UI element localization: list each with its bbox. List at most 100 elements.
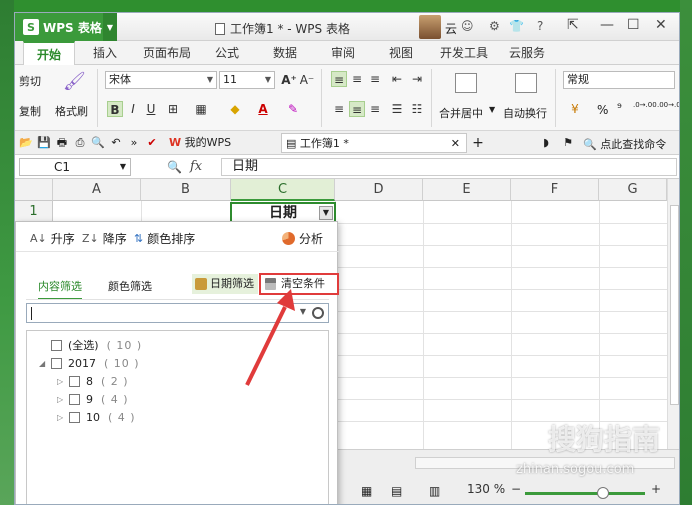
- tab-insert[interactable]: 插入: [83, 41, 127, 65]
- list-item[interactable]: (全选) ( 10 ): [39, 337, 142, 353]
- tab-formulas[interactable]: 公式: [207, 41, 247, 65]
- tab-page-layout[interactable]: 页面布局: [135, 41, 199, 65]
- select-all-corner[interactable]: [15, 179, 53, 201]
- analyze-button[interactable]: 分析: [282, 230, 323, 247]
- tree-toggle-icon[interactable]: ▷: [57, 377, 67, 386]
- underline-icon[interactable]: U: [143, 101, 159, 117]
- align-center-icon[interactable]: ≡: [349, 101, 365, 117]
- align-right-icon[interactable]: ≡: [367, 101, 383, 117]
- column-header-c[interactable]: C: [231, 179, 335, 201]
- column-header-a[interactable]: A: [53, 179, 141, 201]
- column-header-f[interactable]: F: [511, 179, 599, 201]
- tab-developer[interactable]: 开发工具: [433, 41, 495, 65]
- decrease-decimal-button[interactable]: .00→.0: [657, 101, 679, 109]
- indent-decrease-icon[interactable]: ⇤: [389, 71, 405, 87]
- chevron-down-icon[interactable]: ▼: [103, 13, 117, 41]
- zoom-slider[interactable]: [525, 487, 645, 499]
- fill-pattern-icon[interactable]: ▦: [193, 101, 209, 117]
- tab-home[interactable]: 开始: [23, 41, 75, 66]
- column-header-e[interactable]: E: [423, 179, 511, 201]
- comma-button[interactable]: ⁹: [617, 101, 622, 115]
- align-left-icon[interactable]: ≡: [331, 101, 347, 117]
- restore-up-icon[interactable]: ⇱: [567, 17, 579, 33]
- row-header-1[interactable]: 1: [15, 201, 53, 223]
- tab-color-filter[interactable]: 颜色筛选: [108, 278, 152, 294]
- redo-icon[interactable]: »: [127, 136, 141, 150]
- number-format-select[interactable]: 常规: [563, 71, 675, 89]
- app-menu-button[interactable]: S WPS 表格 ▼: [15, 13, 117, 41]
- search-icon[interactable]: [312, 307, 324, 319]
- avatar[interactable]: [419, 15, 441, 39]
- sort-ascending-button[interactable]: A↓ 升序: [30, 230, 75, 247]
- checkbox[interactable]: [69, 394, 80, 405]
- list-item[interactable]: ▷ 10 ( 4 ): [57, 411, 136, 424]
- zoom-slider-knob[interactable]: [597, 487, 609, 499]
- column-header-g[interactable]: G: [599, 179, 667, 201]
- pin-icon[interactable]: ✔: [145, 136, 159, 150]
- tab-cloud[interactable]: 云服务: [501, 41, 553, 65]
- align-middle-icon[interactable]: ≡: [349, 71, 365, 87]
- justify-icon[interactable]: ☰: [389, 101, 405, 117]
- italic-icon[interactable]: I: [125, 101, 141, 117]
- fill-color-icon[interactable]: ◆: [227, 101, 243, 117]
- merge-center-button[interactable]: 合并居中: [439, 105, 483, 121]
- tab-content-filter[interactable]: 内容筛选: [38, 278, 82, 300]
- print-preview-icon[interactable]: 🖶: [55, 136, 69, 150]
- vertical-scrollbar[interactable]: [667, 179, 679, 449]
- border-icon[interactable]: ⊞: [165, 101, 181, 117]
- tree-toggle-icon[interactable]: ▷: [57, 395, 67, 404]
- zoom-level[interactable]: 130 %: [467, 482, 505, 496]
- cloud-doc-icon[interactable]: ◗: [539, 136, 553, 150]
- indent-increase-icon[interactable]: ⇥: [409, 71, 425, 87]
- percent-button[interactable]: %: [597, 103, 608, 117]
- scroll-thumb[interactable]: [670, 205, 679, 405]
- new-tab-icon[interactable]: +: [471, 136, 485, 150]
- normal-view-icon[interactable]: ▦: [361, 484, 372, 498]
- settings-icon[interactable]: ⚙: [489, 19, 500, 33]
- align-top-icon[interactable]: ≡: [331, 71, 347, 87]
- tree-toggle-icon[interactable]: ◢: [39, 359, 49, 368]
- column-header-d[interactable]: D: [335, 179, 423, 201]
- preview-icon[interactable]: 🔍: [91, 136, 105, 150]
- currency-icon[interactable]: ¥: [567, 101, 583, 117]
- align-bottom-icon[interactable]: ≡: [367, 71, 383, 87]
- help-icon[interactable]: ?: [537, 19, 543, 33]
- font-color-icon[interactable]: A: [255, 101, 271, 117]
- tab-mywps[interactable]: W 我的WPS: [165, 133, 251, 153]
- undo-icon[interactable]: ↶: [109, 136, 123, 150]
- tree-toggle-icon[interactable]: ▷: [57, 413, 67, 422]
- grow-font-icon[interactable]: A⁺: [281, 72, 297, 88]
- page-layout-icon[interactable]: ▤: [391, 484, 402, 498]
- smiley-icon[interactable]: ☺: [461, 19, 474, 33]
- filter-dropdown-icon[interactable]: ▼: [319, 206, 333, 220]
- increase-decimal-button[interactable]: .0→.00: [633, 101, 657, 109]
- minimize-icon[interactable]: —: [600, 17, 614, 33]
- open-folder-icon[interactable]: 📂: [19, 136, 33, 150]
- font-name-select[interactable]: 宋体 ▼: [105, 71, 217, 89]
- clear-format-icon[interactable]: ✎: [285, 101, 301, 117]
- tab-review[interactable]: 审阅: [321, 41, 365, 65]
- tab-data[interactable]: 数据: [263, 41, 307, 65]
- print-icon[interactable]: ⎙: [73, 136, 87, 150]
- font-size-select[interactable]: 11 ▼: [219, 71, 275, 89]
- checkbox[interactable]: [51, 339, 62, 351]
- tab-view[interactable]: 视图: [379, 41, 423, 65]
- close-icon[interactable]: ✕: [655, 17, 667, 33]
- save-icon[interactable]: 💾: [37, 136, 51, 150]
- format-painter-button[interactable]: 格式刷: [55, 103, 88, 119]
- page-break-icon[interactable]: ▥: [429, 484, 440, 498]
- command-search[interactable]: 🔍 点此查找命令: [583, 136, 666, 152]
- color-sort-button[interactable]: ⇅ 颜色排序: [134, 230, 195, 247]
- column-header-b[interactable]: B: [141, 179, 231, 201]
- sort-descending-button[interactable]: Z↓ 降序: [82, 230, 127, 247]
- distribute-icon[interactable]: ☷: [409, 101, 425, 117]
- shirt-icon[interactable]: 👕: [509, 19, 524, 33]
- list-item[interactable]: ▷ 8 ( 2 ): [57, 375, 129, 388]
- list-item[interactable]: ◢ 2017 ( 10 ): [39, 357, 140, 370]
- zoom-cell-icon[interactable]: 🔍: [167, 160, 182, 174]
- checkbox[interactable]: [69, 376, 80, 387]
- checkbox[interactable]: [69, 412, 80, 423]
- zoom-out-button[interactable]: −: [511, 482, 521, 496]
- tab-workbook1[interactable]: ▤ 工作簿1 * ✕: [281, 133, 467, 153]
- bold-icon[interactable]: B: [107, 101, 123, 117]
